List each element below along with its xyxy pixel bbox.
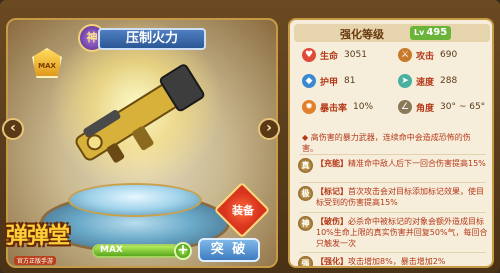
stat-value: 3051: [344, 50, 367, 60]
max-badge-label: MAX: [38, 62, 56, 70]
enhance-level-header: 强化等级 Lv 495: [294, 24, 490, 42]
chevron-left-icon[interactable]: ‹: [2, 118, 24, 140]
divider: [300, 252, 486, 253]
shield-icon: ◆: [302, 74, 316, 88]
weapon-name-banner: 压制火力: [98, 28, 206, 50]
breakthrough-button[interactable]: 突 破: [198, 238, 260, 262]
bazooka-weapon-image: [75, 64, 205, 163]
game-logo-title: 弹弹堂: [6, 224, 70, 249]
stat-value: 690: [440, 50, 458, 60]
skill-mark: 极 【标记】首次攻击会对目标添加标记效果，使目标受到的伤害提高15%: [298, 186, 490, 208]
level-tag: Lv: [414, 28, 425, 37]
stat-name: 生命: [320, 51, 339, 62]
stat-crit: ✹ 暴击率 10%: [302, 100, 373, 114]
skill-icon: 极: [298, 186, 313, 201]
divider: [300, 212, 486, 213]
level-badge: Lv 495: [410, 26, 452, 40]
progress-label: MAX: [100, 245, 123, 255]
stat-name: 角度: [416, 103, 435, 114]
heart-icon: ♥: [302, 48, 316, 62]
divider: [300, 182, 486, 183]
stat-angle: ∠ 角度 30° ~ 65°: [398, 100, 485, 114]
add-button[interactable]: +: [174, 242, 192, 260]
target-icon: ✹: [302, 100, 316, 114]
stat-name: 暴击率: [320, 103, 348, 114]
stat-value: 288: [440, 76, 458, 86]
skill-tag: 【强化】: [316, 257, 348, 266]
equip-button-label[interactable]: 装备: [226, 202, 260, 218]
enhance-level-label: 强化等级: [340, 28, 384, 41]
skill-icon: 真: [298, 158, 313, 173]
skill-text: 精准命中敌人后下一回合伤害提高15%: [348, 159, 486, 168]
chevron-right-icon[interactable]: ›: [258, 118, 280, 140]
skill-break: 神 【破伤】必杀命中被标记的对象会额外造成目标10%生命上限的真实伤害并回复50…: [298, 216, 490, 249]
level-value: 495: [426, 27, 448, 38]
game-logo-subtitle: 官方正版手游: [14, 256, 57, 265]
stat-speed: ➤ 速度 288: [398, 74, 457, 88]
wing-icon: ➤: [398, 74, 412, 88]
skill-enhance: 强 【强化】攻击增加8%，暴击增加2%: [298, 256, 490, 266]
angle-icon: ∠: [398, 100, 412, 114]
skill-icon: 强: [298, 256, 313, 266]
stat-hp: ♥ 生命 3051: [302, 48, 367, 62]
stat-value: 10%: [353, 102, 374, 112]
stat-armor: ◆ 护甲 81: [302, 74, 355, 88]
stat-name: 护甲: [320, 77, 339, 88]
skill-text: 攻击增加8%，暴击增加2%: [348, 257, 446, 266]
skill-tag: 【充能】: [316, 159, 348, 168]
divider: [300, 154, 486, 155]
stats-panel: 强化等级 Lv 495 ♥ 生命 3051 ⚔ 攻击 690 ◆ 护甲 81 ➤ …: [288, 18, 494, 268]
skill-icon: 神: [298, 216, 313, 231]
stat-attack: ⚔ 攻击 690: [398, 48, 457, 62]
weapon-description: ◆ 高伤害的暴力武器，连续命中会造成恐怖的伤害。: [302, 133, 471, 153]
skill-charge: 真 【充能】精准命中敌人后下一回合伤害提高15%: [298, 158, 490, 173]
skill-tag: 【标记】: [316, 187, 348, 196]
skill-tag: 【破伤】: [316, 217, 348, 226]
sword-icon: ⚔: [398, 48, 412, 62]
stat-value: 30° ~ 65°: [440, 102, 486, 112]
stat-name: 速度: [416, 77, 435, 88]
stat-name: 攻击: [416, 51, 435, 62]
stat-value: 81: [344, 76, 356, 86]
